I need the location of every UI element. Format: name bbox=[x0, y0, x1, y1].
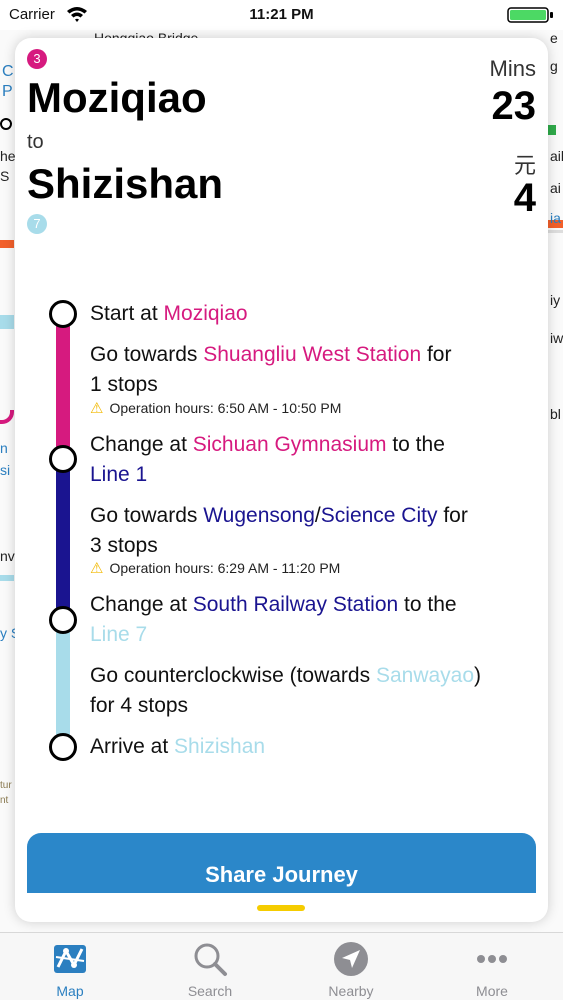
travel-time-value: 23 bbox=[491, 84, 537, 128]
tab-label: Nearby bbox=[328, 983, 374, 999]
route-segment-line7 bbox=[56, 620, 70, 747]
tab-label: Map bbox=[56, 983, 84, 999]
map-label: nt bbox=[0, 795, 9, 806]
step-text: for bbox=[421, 343, 452, 366]
map-label: he bbox=[0, 148, 16, 164]
warning-icon: ⚠ bbox=[90, 560, 104, 577]
search-icon bbox=[194, 943, 227, 976]
station-link[interactable]: Wugensong bbox=[203, 504, 315, 527]
map-label: P bbox=[2, 83, 13, 100]
sheet-grabber-handle[interactable] bbox=[257, 905, 305, 911]
map-label: bl bbox=[550, 406, 561, 422]
map-line-segment bbox=[0, 410, 14, 424]
map-line-segment bbox=[0, 315, 14, 329]
tab-more[interactable]: More bbox=[422, 933, 562, 1000]
map-label: S bbox=[0, 168, 10, 184]
step-text: to the bbox=[386, 433, 445, 456]
step-ride-line3: Go towards Shuangliu West Station for 1 … bbox=[90, 340, 540, 400]
map-label: ail bbox=[550, 148, 563, 164]
step-start: Start at Moziqiao bbox=[90, 299, 540, 329]
step-text: to the bbox=[398, 593, 457, 616]
step-change-line1: Change at Sichuan Gymnasium to the Line … bbox=[90, 430, 540, 490]
step-text: Go counterclockwise (towards bbox=[90, 664, 376, 687]
note-text: Operation hours: 6:50 AM - 10:50 PM bbox=[109, 400, 342, 416]
route-node-transfer bbox=[49, 445, 77, 473]
station-link[interactable]: South Railway Station bbox=[193, 593, 398, 616]
tab-nearby[interactable]: Nearby bbox=[281, 933, 421, 1000]
tab-map[interactable]: Map bbox=[0, 933, 140, 1000]
step-text: for 4 stops bbox=[90, 694, 189, 717]
step-text: Go towards bbox=[90, 343, 204, 366]
step-arrive: Arrive at Shizishan bbox=[90, 732, 540, 762]
map-label: tur bbox=[0, 780, 12, 791]
step-ride-line7: Go counterclockwise (towards Sanwayao) f… bbox=[90, 661, 540, 721]
journey-card: 3 Moziqiao to Shizishan 7 Mins 23 元 4 St… bbox=[15, 38, 548, 922]
station-link[interactable]: Sichuan Gymnasium bbox=[193, 433, 387, 456]
step-text: Start at bbox=[90, 302, 164, 325]
map-station-dot bbox=[0, 118, 12, 130]
share-journey-button[interactable]: Share Journey bbox=[27, 833, 536, 893]
time-unit-label: Mins bbox=[489, 56, 536, 81]
map-label: g bbox=[550, 58, 558, 74]
step-text: Change at bbox=[90, 433, 193, 456]
map-label: nv bbox=[0, 548, 15, 564]
more-icon bbox=[477, 955, 507, 963]
map-label: n bbox=[0, 440, 8, 456]
line-link[interactable]: Line 7 bbox=[90, 623, 147, 646]
tab-bar: Map Search Nearby More bbox=[0, 932, 563, 1000]
map-line-segment bbox=[0, 575, 14, 581]
station-link[interactable]: Sanwayao bbox=[376, 664, 474, 687]
step-text: Arrive at bbox=[90, 735, 175, 758]
station-link[interactable]: Moziqiao bbox=[164, 302, 248, 325]
map-label: ai bbox=[550, 180, 561, 196]
route-node-arrive bbox=[49, 733, 77, 761]
map-icon bbox=[54, 945, 86, 973]
route-node-transfer bbox=[49, 606, 77, 634]
origin-station-title: Moziqiao bbox=[27, 74, 207, 121]
tab-label: Search bbox=[187, 983, 233, 999]
step-text: for bbox=[437, 504, 468, 527]
operation-hours-note: ⚠ Operation hours: 6:50 AM - 10:50 PM bbox=[90, 399, 341, 417]
step-ride-line1: Go towards Wugensong/Science City for 3 … bbox=[90, 501, 540, 561]
map-label: si bbox=[0, 462, 11, 478]
line-link[interactable]: Line 1 bbox=[90, 463, 147, 486]
route-node-start bbox=[49, 300, 77, 328]
origin-line-badge: 3 bbox=[27, 49, 47, 69]
warning-icon: ⚠ bbox=[90, 400, 104, 417]
station-link[interactable]: Science City bbox=[321, 504, 438, 527]
map-label: C bbox=[2, 63, 14, 80]
map-line-segment bbox=[548, 125, 556, 135]
step-text: ) bbox=[474, 664, 482, 687]
station-link[interactable]: Shuangliu West Station bbox=[203, 343, 421, 366]
operation-hours-note: ⚠ Operation hours: 6:29 AM - 11:20 PM bbox=[90, 559, 340, 577]
map-label: iw bbox=[550, 330, 563, 346]
map-label: e bbox=[550, 30, 558, 46]
destination-station-title: Shizishan bbox=[27, 160, 224, 207]
step-text: 1 stops bbox=[90, 373, 158, 396]
route-segment-line3 bbox=[56, 314, 70, 459]
station-link[interactable]: Shizishan bbox=[174, 735, 265, 758]
battery-icon bbox=[507, 7, 553, 23]
destination-line-badge: 7 bbox=[27, 214, 47, 234]
fare-value: 4 bbox=[513, 176, 536, 220]
map-line-segment bbox=[548, 230, 563, 233]
step-text: 3 stops bbox=[90, 534, 158, 557]
map-label: iy bbox=[550, 292, 561, 308]
tab-label: More bbox=[476, 983, 508, 999]
clock: 11:21 PM bbox=[249, 6, 314, 23]
route-segment-line1 bbox=[56, 459, 70, 620]
step-text: Change at bbox=[90, 593, 193, 616]
step-text: Go towards bbox=[90, 504, 204, 527]
to-label: to bbox=[27, 131, 44, 153]
step-change-line7: Change at South Railway Station to the L… bbox=[90, 590, 540, 650]
status-bar: Carrier 11:21 PM bbox=[0, 0, 563, 30]
location-arrow-icon bbox=[334, 942, 368, 976]
map-line-segment bbox=[0, 240, 14, 248]
note-text: Operation hours: 6:29 AM - 11:20 PM bbox=[109, 560, 341, 576]
map-label: ia bbox=[550, 210, 561, 226]
tab-search[interactable]: Search bbox=[140, 933, 280, 1000]
